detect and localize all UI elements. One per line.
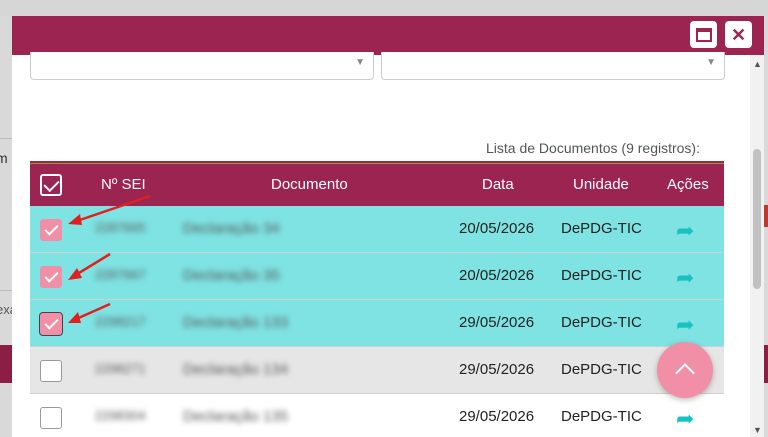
background-divider: [0, 138, 12, 139]
background-top-strip: [0, 0, 768, 16]
table-row[interactable]: 2298304 Declaração 135 29/05/2026 DePDG-…: [30, 394, 724, 437]
reply-arrow-icon[interactable]: ➦: [676, 218, 694, 244]
document-name: Declaração 133: [183, 314, 289, 331]
annotation-arrow-icon: [68, 194, 151, 225]
list-caption: Lista de Documentos (9 registros):: [486, 140, 700, 156]
close-icon: ✕: [730, 24, 747, 45]
background-text: m: [0, 150, 8, 166]
document-unit: DePDG-TIC: [561, 408, 642, 425]
row-checkbox[interactable]: [39, 312, 63, 336]
document-name: Declaração 135: [183, 408, 289, 425]
reply-arrow-icon[interactable]: ➦: [676, 265, 694, 291]
document-date: 29/05/2026: [459, 361, 535, 378]
document-date: 20/05/2026: [459, 220, 535, 237]
row-checkbox[interactable]: [40, 219, 62, 241]
column-header-sei[interactable]: Nº SEI: [101, 176, 146, 193]
modal-header: ✕: [12, 16, 764, 55]
row-checkbox[interactable]: [40, 407, 62, 429]
reply-arrow-icon[interactable]: ➦: [676, 312, 694, 338]
maximize-icon: [695, 27, 712, 42]
table-row[interactable]: 2287667 Declaração 35 20/05/2026 DePDG-T…: [30, 253, 724, 300]
sei-number: 2298304: [95, 408, 146, 423]
documents-modal: ✕ ▼ ▼ ▲ ▼ Lista de Documentos (9 registr…: [12, 16, 764, 437]
document-date: 29/05/2026: [459, 408, 535, 425]
scroll-up-icon[interactable]: ▲: [753, 59, 762, 69]
scroll-to-top-button[interactable]: [657, 342, 713, 398]
table-row[interactable]: 2298217 Declaração 133 29/05/2026 DePDG-…: [30, 300, 724, 347]
background-bar: [0, 345, 12, 383]
column-header-unidade[interactable]: Unidade: [573, 176, 629, 193]
document-unit: DePDG-TIC: [561, 314, 642, 331]
document-date: 20/05/2026: [459, 267, 535, 284]
filter-select-1[interactable]: ▼: [30, 52, 374, 80]
column-header-documento[interactable]: Documento: [271, 176, 348, 193]
chevron-down-icon: ▼: [706, 57, 716, 68]
sei-number: 2298271: [95, 361, 146, 376]
row-checkbox[interactable]: [40, 360, 62, 382]
maximize-button[interactable]: [690, 21, 717, 48]
document-name: Declaração 34: [183, 220, 280, 237]
document-unit: DePDG-TIC: [561, 267, 642, 284]
check-square-icon[interactable]: [40, 174, 62, 196]
reply-arrow-icon[interactable]: ➦: [676, 406, 694, 432]
document-name: Declaração 35: [183, 267, 280, 284]
document-unit: DePDG-TIC: [561, 361, 642, 378]
document-unit: DePDG-TIC: [561, 220, 642, 237]
document-name: Declaração 134: [183, 361, 289, 378]
annotation-arrow-icon: [68, 302, 111, 323]
close-button[interactable]: ✕: [725, 21, 752, 48]
row-checkbox[interactable]: [40, 266, 62, 288]
scroll-thumb[interactable]: [753, 149, 761, 289]
document-date: 29/05/2026: [459, 314, 535, 331]
chevron-up-icon: [675, 363, 695, 383]
column-header-acoes: Ações: [667, 176, 709, 193]
background-divider: [0, 290, 12, 291]
scroll-down-icon[interactable]: ▼: [753, 425, 762, 435]
filter-select-2[interactable]: ▼: [381, 52, 725, 80]
column-header-data[interactable]: Data: [482, 176, 514, 193]
modal-scrollbar[interactable]: ▲ ▼: [750, 55, 764, 437]
chevron-down-icon: ▼: [355, 57, 365, 68]
annotation-arrow-icon: [68, 252, 111, 280]
table-row[interactable]: 2298271 Declaração 134 29/05/2026 DePDG-…: [30, 347, 724, 394]
